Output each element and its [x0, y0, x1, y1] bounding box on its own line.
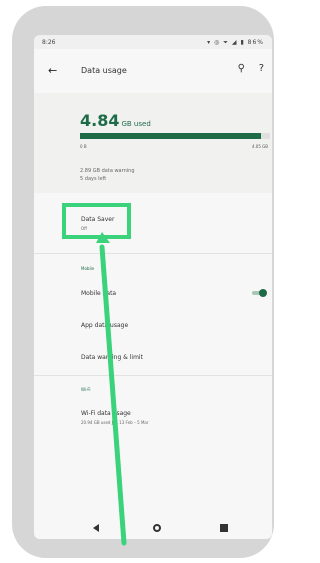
data-warning-label: Data warning & limit	[81, 354, 143, 361]
wifi-usage-sub: 20.94 GB used Jan 13 Feb – 5 Mar	[81, 420, 149, 425]
phone-frame: 8:26 ▾ ◎ ⏷ ◢ ▮ 86% ← Data usage ⚲ ? 4.84…	[12, 6, 274, 558]
usage-unit: GB used	[121, 120, 151, 128]
usage-bar	[80, 133, 270, 139]
nav-back-icon[interactable]	[93, 524, 99, 532]
usage-amount: 4.84 GB used	[80, 111, 151, 130]
divider	[34, 253, 272, 254]
back-arrow-icon[interactable]: ←	[48, 64, 57, 77]
app-bar: ← Data usage ⚲ ?	[34, 49, 272, 93]
navigation-bar	[34, 519, 272, 539]
data-saver-highlight-box	[62, 203, 131, 239]
divider	[34, 375, 272, 376]
wifi-section-header: Wi-Fi	[81, 387, 91, 392]
app-data-usage-row[interactable]: App data usage	[34, 320, 272, 334]
data-warning-row[interactable]: Data warning & limit	[34, 352, 272, 366]
data-warning-text: 2.89 GB data warning	[80, 168, 135, 174]
mobile-section-header: Mobile	[81, 266, 95, 271]
usage-remaining: 2.89 GB data warning 5 days left	[80, 167, 135, 183]
cycle-text: 5 days left	[80, 176, 107, 182]
mobile-data-toggle[interactable]	[252, 289, 267, 297]
status-icons: ▾ ◎ ⏷ ◢ ▮ 86%	[207, 39, 264, 46]
nav-home-icon[interactable]	[153, 524, 161, 532]
help-icon[interactable]: ?	[259, 63, 264, 74]
usage-bar-max: 4.05 GB	[251, 144, 268, 149]
usage-value: 4.84	[80, 111, 120, 130]
screen: 8:26 ▾ ◎ ⏷ ◢ ▮ 86% ← Data usage ⚲ ? 4.84…	[34, 35, 272, 539]
toggle-thumb	[259, 289, 267, 297]
status-time: 8:26	[42, 39, 56, 46]
wifi-data-usage-row[interactable]: Wi-Fi data usage 20.94 GB used Jan 13 Fe…	[34, 408, 272, 432]
app-data-usage-label: App data usage	[81, 322, 129, 329]
mobile-data-label: Mobile data	[81, 290, 117, 297]
usage-bar-min: 0 B	[80, 144, 87, 149]
status-bar: 8:26 ▾ ◎ ⏷ ◢ ▮ 86%	[34, 35, 272, 49]
usage-summary: 4.84 GB used 0 B 4.05 GB 2.89 GB data war…	[34, 93, 272, 193]
nav-recents-icon[interactable]	[220, 524, 228, 532]
page-title: Data usage	[81, 66, 127, 75]
search-icon[interactable]: ⚲	[238, 63, 245, 74]
mobile-data-row[interactable]: Mobile data	[34, 288, 272, 302]
wifi-usage-label: Wi-Fi data usage	[81, 410, 131, 417]
usage-bar-fill	[80, 133, 261, 139]
